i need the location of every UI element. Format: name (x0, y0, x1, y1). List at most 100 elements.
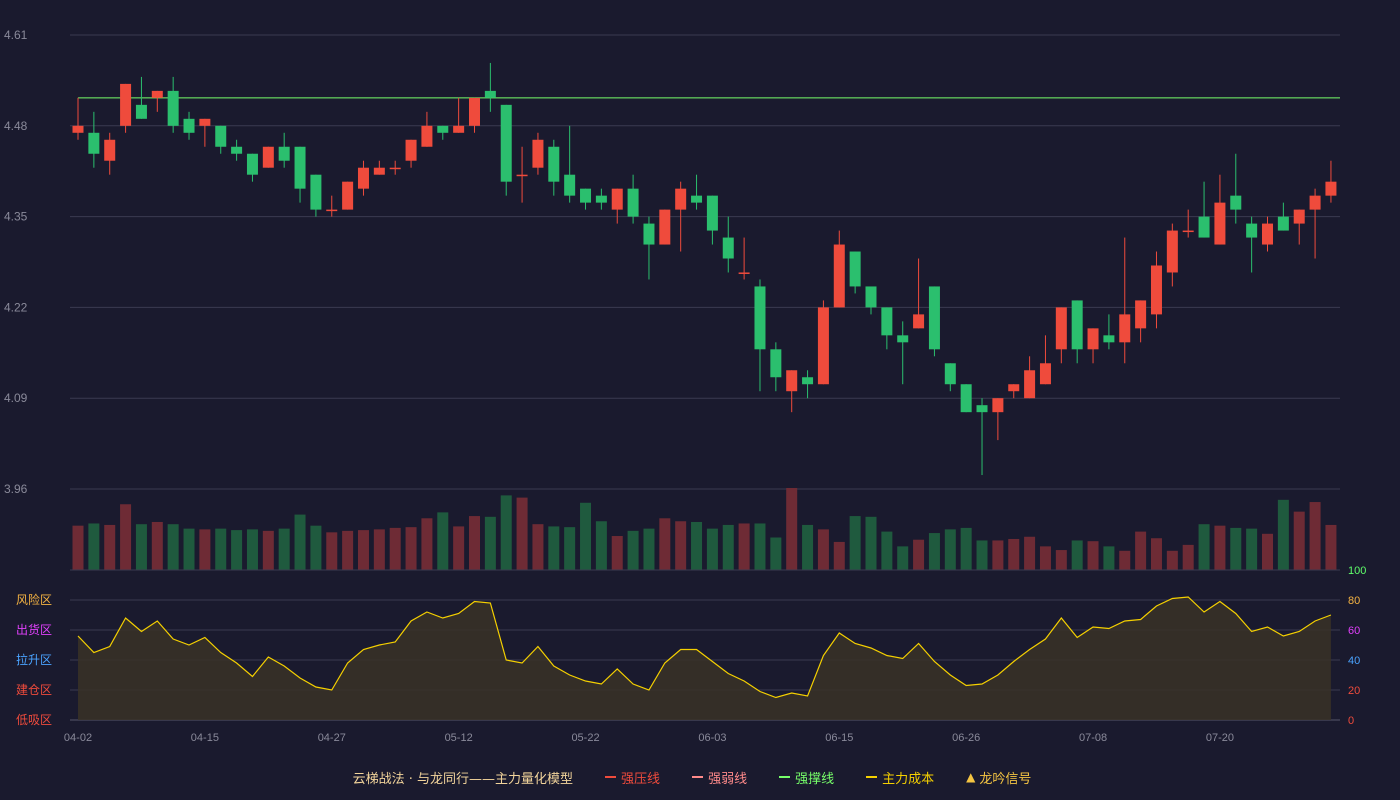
legend-item-dragon-signal[interactable]: ▲ 龙吟信号 (966, 768, 1031, 787)
candle-body (1024, 370, 1036, 399)
volume-bar (1230, 527, 1242, 570)
volume-bar (691, 521, 703, 570)
volume-bar (706, 528, 718, 570)
candle-body (88, 132, 100, 154)
volume-bar (564, 527, 576, 570)
x-tick-label: 04-15 (191, 732, 219, 744)
legend-swatch-strong-resistance (605, 776, 617, 778)
volume-bar (215, 528, 227, 570)
candle-body (342, 181, 354, 210)
candle-body (548, 146, 560, 182)
x-tick-label: 07-08 (1079, 732, 1107, 744)
volume-bar (802, 524, 814, 570)
volume-bar (643, 528, 655, 570)
volume-bar (135, 524, 147, 570)
x-tick-label: 06-26 (952, 732, 980, 744)
indicator-tick-label: 60 (1348, 625, 1360, 637)
candle-body (72, 125, 84, 133)
candle-body (643, 223, 655, 245)
legend-item-strong-resistance[interactable]: 强压线 (605, 768, 660, 787)
candle-body (421, 125, 433, 147)
volume-bar (72, 525, 84, 570)
candle-body (1071, 300, 1083, 350)
volume-bar (897, 546, 909, 570)
x-tick-label: 05-22 (571, 732, 599, 744)
volume-bar (1325, 524, 1337, 570)
candle-body (976, 405, 988, 413)
candle-body (1166, 230, 1178, 273)
candle-body (135, 104, 147, 119)
candle-body (913, 314, 925, 329)
candle-body (389, 167, 401, 170)
candle-body (215, 125, 227, 147)
volume-bar (627, 530, 639, 570)
volume-bar (722, 524, 734, 570)
volume-bar (960, 527, 972, 570)
candle-body (580, 188, 592, 203)
candle-body (659, 209, 671, 245)
legend-item-strong-support[interactable]: 强撑线 (779, 768, 834, 787)
candle-body (564, 174, 576, 196)
volume-bar (437, 512, 449, 570)
zone-label: 风险区 (16, 592, 52, 607)
volume-bar (1182, 544, 1194, 570)
legend-label-strength-line: 强弱线 (708, 771, 748, 787)
candle-body (310, 174, 322, 210)
volume-bar (183, 528, 195, 570)
candle-body (199, 118, 211, 126)
volume-bar (532, 524, 544, 570)
candle-body (960, 384, 972, 413)
volume-bar (659, 518, 671, 570)
volume-bar (1071, 540, 1083, 570)
volume-bar (770, 537, 782, 570)
candle-body (500, 104, 512, 182)
volume-bar (500, 495, 512, 570)
legend-swatch-strong-support (779, 776, 791, 778)
volume-bar (865, 516, 877, 570)
volume-bar (357, 530, 369, 570)
volume-bar (262, 530, 274, 570)
legend-item-strength-line[interactable]: 强弱线 (692, 768, 747, 787)
legend-swatch-main-cost (866, 776, 878, 778)
price-tick-label: 4.48 (4, 119, 28, 133)
volume-bar (88, 523, 100, 570)
volume-bar (231, 530, 243, 570)
candle-body (1150, 265, 1162, 315)
candle-body (849, 251, 861, 287)
zone-label: 拉升区 (16, 652, 52, 667)
volume-bar (1103, 546, 1115, 570)
triangle-icon: ▲ (966, 770, 976, 784)
volume-bar (881, 531, 893, 570)
volume-bar (928, 533, 940, 570)
candle-body (1262, 223, 1273, 245)
x-tick-label: 04-02 (64, 732, 92, 744)
candle-body (1214, 202, 1226, 245)
candle-body (231, 146, 243, 154)
x-tick-label: 04-27 (318, 732, 346, 744)
price-tick-label: 4.09 (4, 391, 28, 405)
candle-body (1103, 335, 1115, 343)
candle-body (120, 83, 132, 126)
zone-label: 低吸区 (16, 713, 52, 727)
candle-body (262, 146, 274, 168)
legend: 云梯战法 · 与龙同行——主力量化模型 强压线 强弱线 强撑线 主力成本 ▲ 龙… (0, 766, 1400, 788)
volume-bar (944, 529, 956, 570)
candle-body (675, 188, 687, 210)
candle-body (357, 167, 369, 189)
candle-body (183, 118, 195, 133)
candle-body (722, 237, 734, 259)
legend-item-main-cost[interactable]: 主力成本 (866, 768, 934, 787)
volume-bar (849, 516, 861, 570)
candle-body (627, 188, 639, 217)
candle-body (770, 349, 782, 378)
volume-bar (548, 526, 560, 570)
volume-bar (104, 524, 116, 570)
volume-bar (167, 524, 179, 570)
x-tick-label: 06-15 (825, 732, 853, 744)
candle-body (897, 335, 909, 343)
candle-body (516, 174, 528, 177)
volume-bar (246, 529, 258, 570)
price-tick-label: 4.22 (4, 300, 28, 314)
legend-swatch-strength-line (692, 776, 704, 778)
legend-label-main-cost: 主力成本 (882, 771, 935, 787)
